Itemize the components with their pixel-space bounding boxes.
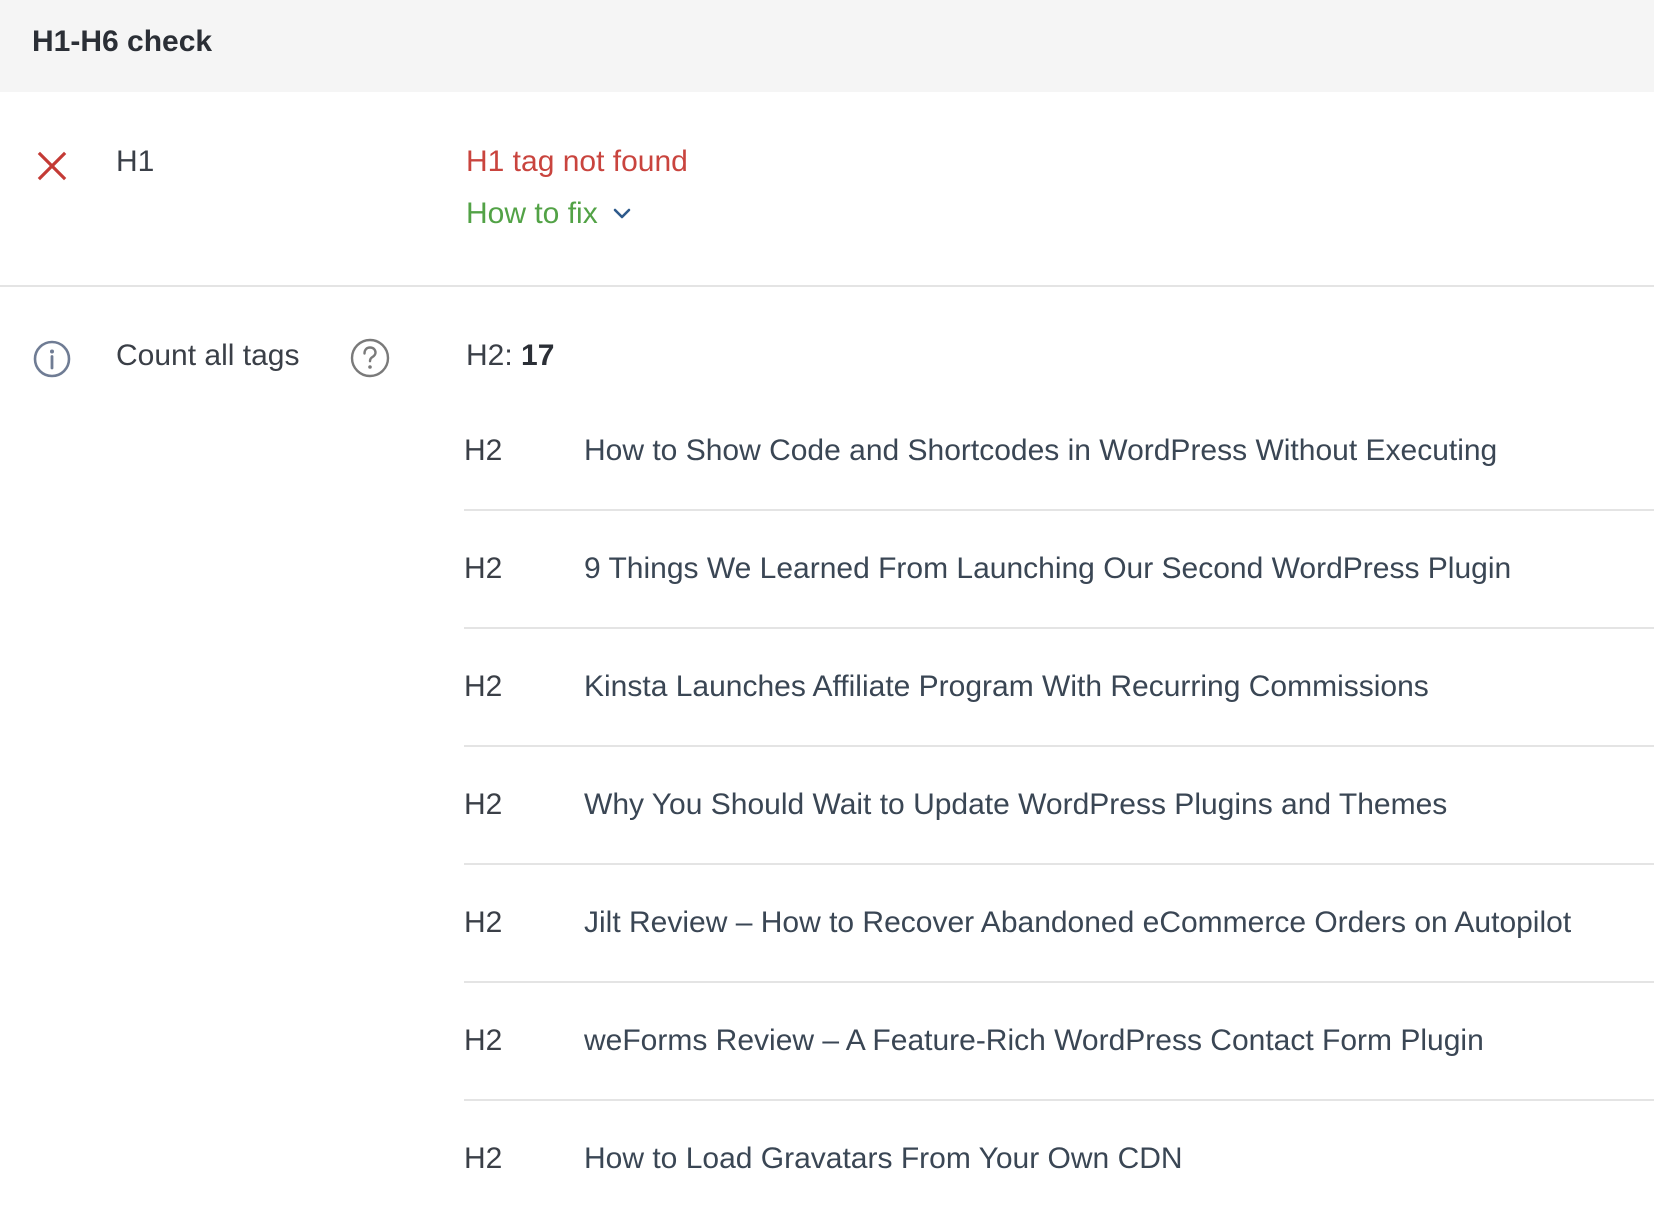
tag-row: H2 Kinsta Launches Affiliate Program Wit… [464,629,1654,747]
tag-text: 9 Things We Learned From Launching Our S… [584,552,1512,585]
how-to-fix-toggle[interactable]: How to fix [466,196,632,232]
tag-count-summary: H2: 17 [466,338,554,374]
tag-name: H2 [464,670,503,703]
tag-row: H2 How to Load Gravatars From Your Own C… [464,1101,1654,1217]
question-icon[interactable] [349,337,391,379]
tag-text: How to Load Gravatars From Your Own CDN [584,1142,1183,1175]
h1-label: H1 [116,145,155,178]
tag-name: H2 [464,1142,503,1175]
h1-check-row [0,92,1654,287]
tag-name: H2 [464,434,503,467]
tag-text: How to Show Code and Shortcodes in WordP… [584,434,1498,467]
tag-text: Why You Should Wait to Update WordPress … [584,788,1448,821]
tag-name: H2 [464,906,503,939]
count-all-tags-label: Count all tags [116,339,300,372]
summary-tag-count: 17 [521,339,555,372]
chevron-down-icon [613,208,631,219]
tag-text: Kinsta Launches Affiliate Program With R… [584,670,1429,703]
tag-name: H2 [464,1024,503,1057]
tag-name: H2 [464,552,503,585]
section-header: H1-H6 check [0,0,1654,92]
h1-status-text: H1 tag not found [466,145,688,178]
tag-row: H2 Why You Should Wait to Update WordPre… [464,747,1654,865]
summary-tag-label: H2: [466,339,513,372]
section-title: H1-H6 check [32,25,213,58]
tag-row: H2 Jilt Review – How to Recover Abandone… [464,865,1654,983]
how-to-fix-label: How to fix [466,197,598,230]
info-icon [33,340,71,378]
tag-row: H2 How to Show Code and Shortcodes in Wo… [464,393,1654,511]
tag-row: H2 weForms Review – A Feature-Rich WordP… [464,983,1654,1101]
tag-text: weForms Review – A Feature-Rich WordPres… [584,1024,1484,1057]
tag-name: H2 [464,788,503,821]
x-icon [37,151,67,181]
tag-text: Jilt Review – How to Recover Abandoned e… [584,906,1572,939]
tag-row: H2 9 Things We Learned From Launching Ou… [464,511,1654,629]
tag-list: H2 How to Show Code and Shortcodes in Wo… [464,393,1654,1217]
